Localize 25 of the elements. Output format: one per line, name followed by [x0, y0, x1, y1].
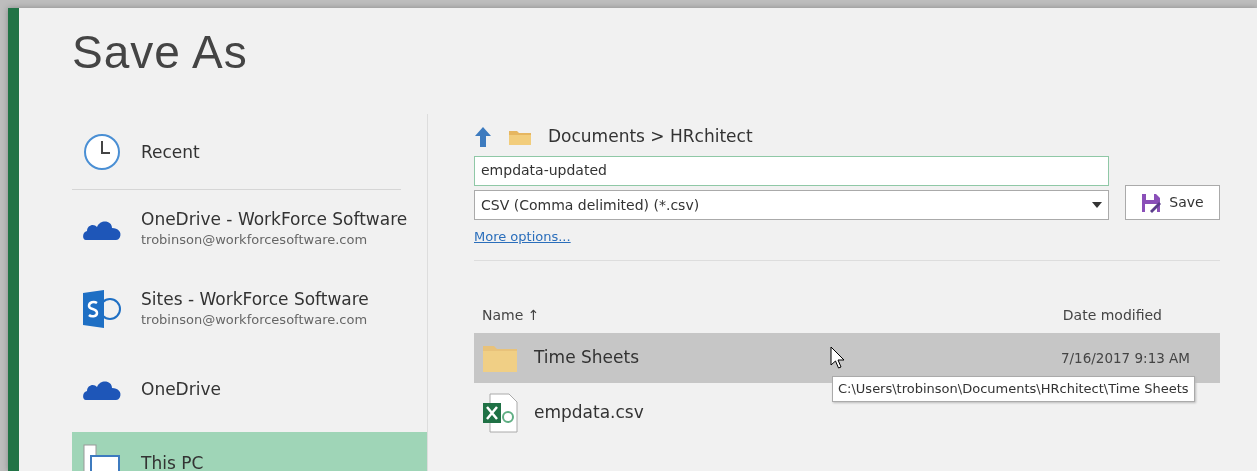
- mouse-cursor-icon: [830, 346, 846, 370]
- path-tooltip: C:\Users\trobinson\Documents\HRchitect\Time Sheets: [832, 376, 1195, 402]
- page-title: Save As: [72, 25, 249, 80]
- file-row[interactable]: Time Sheets 7/16/2017 9:13 AM: [474, 333, 1220, 383]
- navigation-item[interactable]: Sites - WorkForce Software trobinson@workforcesoftware.com: [72, 278, 427, 340]
- clock-icon: [83, 132, 121, 171]
- navigation-item[interactable]: OneDrive - WorkForce Software trobinson@workforcesoftware.com: [72, 198, 427, 260]
- spreadsheet-file-icon: [482, 393, 518, 433]
- up-arrow-icon[interactable]: [474, 126, 492, 148]
- navigation-item[interactable]: Recent: [72, 114, 401, 190]
- name-column-header[interactable]: Name ↑: [482, 305, 540, 333]
- date-column-header[interactable]: Date modified: [1062, 305, 1162, 333]
- save-button[interactable]: Save: [1125, 185, 1220, 220]
- navigation-item[interactable]: OneDrive: [72, 358, 427, 420]
- save-icon: [1141, 192, 1162, 213]
- navigation-item[interactable]: This PC: [72, 432, 427, 471]
- dropdown-caret-icon: [1092, 202, 1102, 208]
- breadcrumb-path[interactable]: Documents > HRchitect: [548, 124, 753, 150]
- more-options-link[interactable]: More options...: [474, 229, 571, 244]
- folder-icon: [482, 343, 518, 373]
- sharepoint-icon: [82, 289, 122, 329]
- computer-icon: [83, 444, 121, 471]
- file-type-dropdown[interactable]: CSV (Comma delimited) (*.csv): [474, 190, 1109, 220]
- file-name-field[interactable]: empdata-updated: [474, 156, 1109, 186]
- folder-icon: [508, 128, 532, 146]
